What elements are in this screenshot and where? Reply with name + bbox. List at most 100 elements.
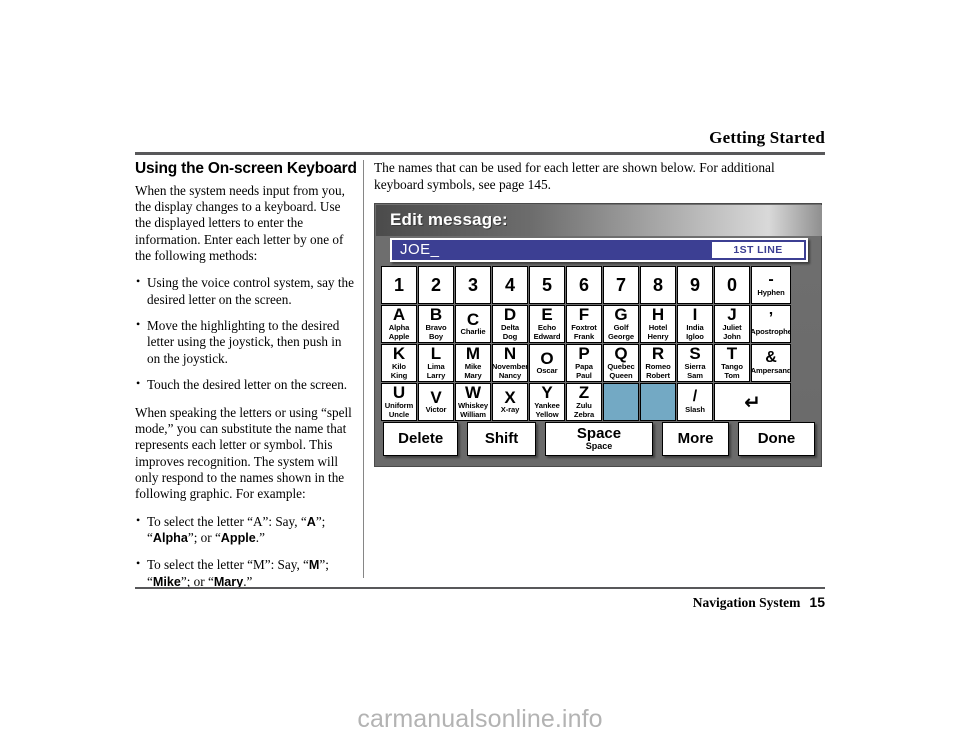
message-input-field[interactable]: JOE_ 1ST LINE (390, 238, 808, 262)
watermark: carmanualsonline.info (357, 705, 603, 733)
key-glyph: X (504, 387, 516, 407)
key-y[interactable]: Y Yankee Yellow (529, 383, 565, 421)
key-glyph: 3 (467, 274, 478, 295)
function-button-shift[interactable]: Shift (467, 422, 536, 456)
key-sublabel: Sierra Sam (684, 361, 706, 380)
key-v[interactable]: V Victor (418, 383, 454, 421)
key-glyph: F (578, 305, 590, 325)
example-a-post: .” (255, 530, 265, 546)
key-5[interactable]: 5 (529, 266, 565, 304)
key-1[interactable]: 1 (381, 266, 417, 304)
key-o[interactable]: O Oscar (529, 344, 565, 382)
key-glyph: S (689, 344, 701, 364)
key-q[interactable]: Q Quebec Queen (603, 344, 639, 382)
function-button-space[interactable]: Space Space (544, 422, 654, 456)
key-glyph: Y (541, 383, 553, 403)
key-2[interactable]: 2 (418, 266, 454, 304)
key-6[interactable]: 6 (566, 266, 602, 304)
key-i[interactable]: I India Igloo (677, 305, 713, 343)
list-item-example-m: To select the letter “M”: Say, “M”; “Mik… (135, 556, 357, 590)
key-glyph: I (692, 305, 698, 325)
key-p[interactable]: P Papa Paul (566, 344, 602, 382)
key-n[interactable]: N November Nancy (492, 344, 528, 382)
key-4[interactable]: 4 (492, 266, 528, 304)
key-glyph: / (692, 388, 698, 406)
key-sublabel: Mike Mary (464, 361, 482, 380)
example-a-term-1: A (306, 514, 316, 529)
footer-divider-rule (135, 587, 825, 589)
example-a-mid-2: ”; or “ (187, 530, 221, 546)
key-sublabel: Charlie (460, 327, 486, 337)
key-8[interactable]: 8 (640, 266, 676, 304)
function-button-done[interactable]: Done (737, 422, 816, 456)
key-glyph: 8 (652, 274, 663, 295)
key-sublabel: Kilo King (390, 361, 408, 380)
function-button-label: Delete (398, 430, 444, 448)
key-enter[interactable]: ↵ (714, 383, 791, 421)
key-w[interactable]: W Whiskey William (455, 383, 491, 421)
key-e[interactable]: E Echo Edward (529, 305, 565, 343)
function-button-label: More (677, 430, 714, 448)
key-x[interactable]: X X-ray (492, 383, 528, 421)
key-t[interactable]: T Tango Tom (714, 344, 750, 382)
key-g[interactable]: G Golf George (603, 305, 639, 343)
key-sublabel: X-ray (500, 405, 520, 415)
key-sublabel: Romeo Robert (645, 361, 671, 380)
key-sublabel: Alpha Apple (388, 322, 410, 341)
key-glyph: 7 (615, 274, 626, 295)
key-9[interactable]: 9 (677, 266, 713, 304)
function-button-delete[interactable]: Delete (383, 422, 459, 456)
list-item: Touch the desired letter on the screen. (135, 376, 357, 393)
function-button-more[interactable]: More (662, 422, 729, 456)
page-footer: Navigation System 15 (135, 594, 825, 611)
key-d[interactable]: D Delta Dog (492, 305, 528, 343)
header-divider-rule (135, 152, 825, 155)
keyboard-row: U Uniform Uncle V Victor W Whiskey William X X-ra… (381, 383, 817, 421)
key-glyph: T (726, 344, 738, 364)
list-item-example-a: To select the letter “A”: Say, “A”; “Alp… (135, 513, 357, 547)
key-a[interactable]: A Alpha Apple (381, 305, 417, 343)
example-m-pre: To select the letter “M”: Say, “ (147, 556, 309, 572)
key-f[interactable]: F Foxtrot Frank (566, 305, 602, 343)
right-text-column: The names that can be used for each lett… (374, 160, 826, 205)
key-glyph: N (503, 344, 517, 364)
key-glyph: 2 (430, 274, 441, 295)
key-k[interactable]: K Kilo King (381, 344, 417, 382)
keyboard-intro-paragraph: The names that can be used for each lett… (374, 160, 775, 192)
key-glyph: O (540, 348, 554, 368)
input-methods-list: Using the voice control system, say the … (135, 274, 357, 393)
key-sublabel: Golf George (608, 322, 634, 341)
key-7[interactable]: 7 (603, 266, 639, 304)
function-button-sublabel: Space (585, 441, 613, 452)
key-m[interactable]: M Mike Mary (455, 344, 491, 382)
key-u[interactable]: U Uniform Uncle (381, 383, 417, 421)
list-item: Move the highlighting to the desired let… (135, 317, 357, 367)
key-0[interactable]: 0 (714, 266, 750, 304)
key-j[interactable]: J Juliet John (714, 305, 750, 343)
key-glyph: 9 (689, 274, 700, 295)
key-z[interactable]: Z Zulu Zebra (566, 383, 602, 421)
key-glyph: U (392, 383, 406, 403)
key-glyph: C (466, 309, 480, 329)
key-l[interactable]: L Lima Larry (418, 344, 454, 382)
key-symbol[interactable]: / Slash (677, 383, 713, 421)
key-r[interactable]: R Romeo Robert (640, 344, 676, 382)
key-glyph: Q (614, 344, 628, 364)
keyboard-row: K Kilo King L Lima Larry M Mike Mary N November Nan… (381, 344, 817, 382)
key-sublabel: Juliet John (722, 322, 742, 341)
key-glyph: K (392, 344, 406, 364)
key-s[interactable]: S Sierra Sam (677, 344, 713, 382)
list-item: Using the voice control system, say the … (135, 274, 357, 308)
key-symbol[interactable]: & Ampersand (751, 344, 791, 382)
line-indicator-badge[interactable]: 1ST LINE (712, 242, 804, 258)
keyboard-row: 1 2 3 4 5 6 7 8 9 0 - Hyphen (381, 266, 817, 304)
key-h[interactable]: H Hotel Henry (640, 305, 676, 343)
key-symbol[interactable]: ’ Apostrophe (751, 305, 791, 343)
key-3[interactable]: 3 (455, 266, 491, 304)
key-b[interactable]: B Bravo Boy (418, 305, 454, 343)
key-sublabel: Zulu Zebra (573, 400, 595, 419)
key-c[interactable]: C Charlie (455, 305, 491, 343)
key-symbol[interactable]: - Hyphen (751, 266, 791, 304)
page-title: Getting Started (709, 128, 825, 147)
key-glyph: 1 (393, 274, 404, 295)
